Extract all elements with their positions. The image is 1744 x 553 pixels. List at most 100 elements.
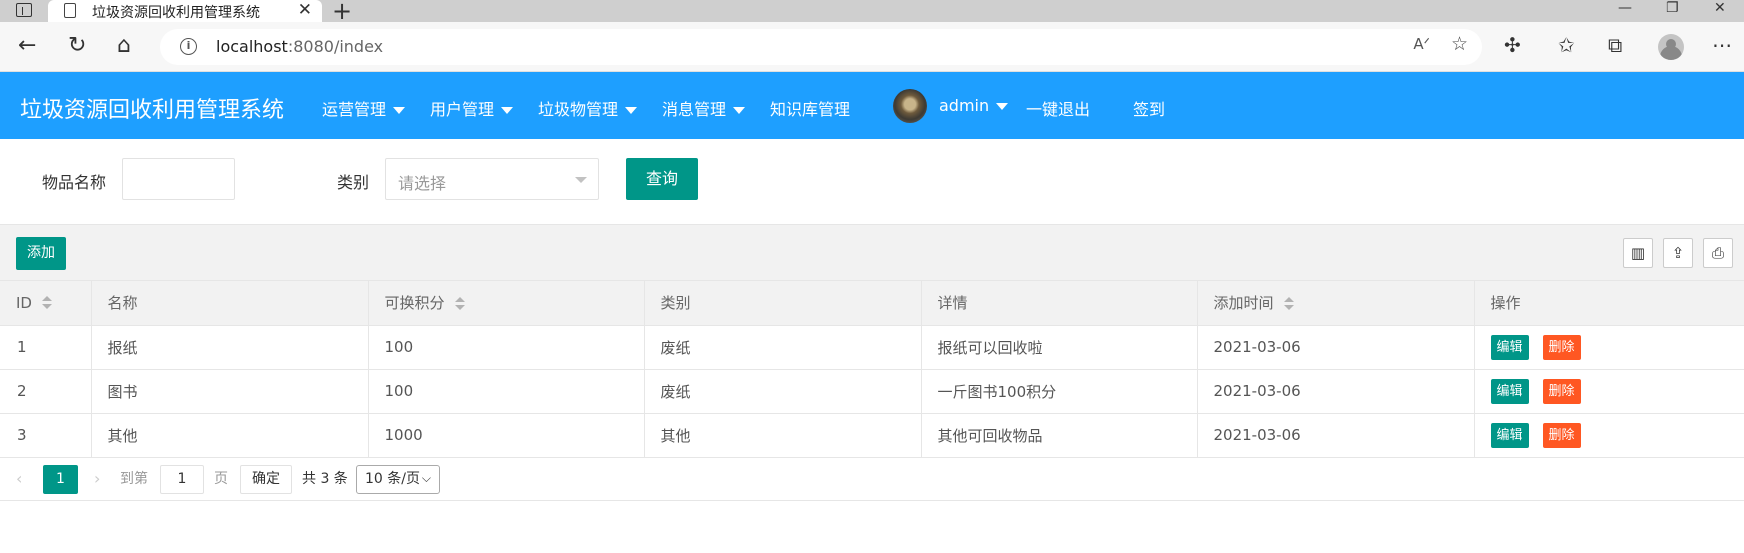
- favorites-icon[interactable]: ✩: [1558, 33, 1575, 57]
- category-label: 类别: [337, 173, 370, 192]
- col-header-date[interactable]: 添加时间: [1197, 281, 1475, 326]
- menu-operations[interactable]: 运营管理: [322, 96, 406, 120]
- category-placeholder: 请选择: [398, 174, 447, 193]
- menu-messages[interactable]: 消息管理: [662, 96, 746, 120]
- cell-id: 1: [0, 325, 92, 370]
- close-tab-icon[interactable]: ✕: [298, 0, 312, 20]
- sort-icon[interactable]: [1283, 296, 1294, 311]
- extensions-icon[interactable]: ✣: [1504, 33, 1521, 57]
- table-header-row: ID 名称 可换积分 类别 详情 添加时间 操作: [0, 281, 1744, 326]
- table-row: 2 图书 100 废纸 一斤图书100积分 2021-03-06 编辑 删除: [0, 369, 1744, 414]
- edit-button[interactable]: 编辑: [1490, 334, 1529, 360]
- more-icon[interactable]: ⋯: [1712, 33, 1732, 57]
- cell-id: 2: [0, 369, 92, 414]
- query-button[interactable]: 查询: [626, 158, 698, 200]
- category-select[interactable]: 请选择: [385, 158, 599, 200]
- chevron-down-icon: [996, 103, 1009, 110]
- cell-actions: 编辑 删除: [1474, 413, 1744, 458]
- col-header-id[interactable]: ID: [0, 281, 92, 326]
- delete-button[interactable]: 删除: [1542, 422, 1581, 448]
- data-table: ID 名称 可换积分 类别 详情 添加时间 操作 1 报纸 100 废纸 报纸可…: [0, 281, 1744, 458]
- chevron-down-icon: [625, 107, 638, 114]
- tab-actions-icon[interactable]: [16, 3, 32, 17]
- total-count: 共 3 条: [302, 471, 348, 487]
- back-icon[interactable]: ←: [18, 33, 36, 59]
- minimize-icon[interactable]: —: [1618, 0, 1632, 16]
- chevron-down-icon: [501, 107, 514, 114]
- profile-avatar[interactable]: [1658, 34, 1684, 60]
- cell-points: 1000: [368, 413, 645, 458]
- close-window-icon[interactable]: ✕: [1714, 0, 1726, 16]
- app-title: 垃圾资源回收利用管理系统: [20, 98, 285, 123]
- delete-button[interactable]: 删除: [1542, 378, 1581, 404]
- prev-page-icon[interactable]: ‹: [16, 465, 22, 493]
- sort-icon[interactable]: [454, 296, 465, 311]
- page-size-select[interactable]: 10 条/页 ⌵: [356, 465, 440, 494]
- restore-icon[interactable]: ❐: [1666, 0, 1679, 16]
- menu-knowledge[interactable]: 知识库管理: [770, 96, 850, 120]
- print-icon[interactable]: ⎙: [1703, 238, 1733, 268]
- sort-icon[interactable]: [41, 296, 52, 310]
- url-path: :8080/index: [287, 37, 384, 56]
- browser-tab-title: 垃圾资源回收利用管理系统: [92, 5, 260, 21]
- col-header-detail: 详情: [921, 281, 1198, 326]
- url-field[interactable]: i localhost:8080/index Aᐟ ☆: [160, 29, 1482, 65]
- next-page-icon[interactable]: ›: [94, 465, 100, 493]
- cell-points: 100: [368, 325, 645, 370]
- pagination: ‹ 1 › 到第 1 页 确定 共 3 条 10 条/页 ⌵: [0, 456, 1744, 501]
- user-menu[interactable]: admin: [939, 96, 1009, 115]
- current-page[interactable]: 1: [43, 465, 78, 494]
- goto-confirm-button[interactable]: 确定: [240, 465, 292, 494]
- cell-category: 废纸: [644, 369, 922, 414]
- cell-category: 废纸: [644, 325, 922, 370]
- page-icon: [64, 3, 76, 18]
- cell-name: 图书: [91, 369, 369, 414]
- menu-users[interactable]: 用户管理: [430, 96, 514, 120]
- goto-page-input[interactable]: 1: [160, 465, 204, 494]
- cell-category: 其他: [644, 413, 922, 458]
- url-host: localhost: [216, 37, 288, 56]
- cell-date: 2021-03-06: [1197, 325, 1475, 370]
- browser-tab[interactable]: 垃圾资源回收利用管理系统 ✕: [48, 0, 322, 22]
- table-row: 3 其他 1000 其他 其他可回收物品 2021-03-06 编辑 删除: [0, 413, 1744, 458]
- menu-garbage[interactable]: 垃圾物管理: [538, 96, 638, 120]
- delete-button[interactable]: 删除: [1542, 334, 1581, 360]
- cell-points: 100: [368, 369, 645, 414]
- user-avatar[interactable]: [893, 89, 927, 123]
- name-input[interactable]: [122, 158, 235, 200]
- app-header: 垃圾资源回收利用管理系统 运营管理 用户管理 垃圾物管理 消息管理 知识库管理 …: [0, 72, 1744, 139]
- browser-tab-strip: 垃圾资源回收利用管理系统 ✕ + — ❐ ✕: [0, 0, 1744, 25]
- table-toolbar: 添加 ▥ ⇪ ⎙: [0, 224, 1744, 281]
- col-header-name: 名称: [91, 281, 369, 326]
- chevron-down-icon: [733, 107, 746, 114]
- home-icon[interactable]: ⌂: [117, 33, 131, 59]
- export-icon[interactable]: ⇪: [1663, 238, 1693, 268]
- cell-detail: 一斤图书100积分: [921, 369, 1198, 414]
- add-favorite-icon[interactable]: ☆: [1451, 33, 1468, 55]
- site-info-icon[interactable]: i: [180, 38, 197, 55]
- chevron-down-icon: [393, 107, 406, 114]
- refresh-icon[interactable]: ↻: [68, 33, 86, 59]
- chevron-down-icon: ⌵: [421, 471, 431, 485]
- col-header-actions: 操作: [1474, 281, 1744, 326]
- cell-actions: 编辑 删除: [1474, 325, 1744, 370]
- col-header-points[interactable]: 可换积分: [368, 281, 645, 326]
- cell-date: 2021-03-06: [1197, 413, 1475, 458]
- logout-link[interactable]: 一键退出: [1026, 96, 1090, 120]
- add-button[interactable]: 添加: [16, 237, 66, 270]
- collections-icon[interactable]: ⧉: [1608, 33, 1622, 57]
- goto-label: 到第: [120, 471, 148, 487]
- page-unit-label: 页: [214, 471, 228, 487]
- chevron-down-icon: [575, 177, 587, 183]
- cell-name: 报纸: [91, 325, 369, 370]
- col-header-category: 类别: [644, 281, 922, 326]
- name-label: 物品名称: [42, 173, 107, 192]
- edit-button[interactable]: 编辑: [1490, 422, 1529, 448]
- edit-button[interactable]: 编辑: [1490, 378, 1529, 404]
- columns-filter-icon[interactable]: ▥: [1623, 238, 1653, 268]
- read-aloud-icon[interactable]: Aᐟ: [1413, 35, 1430, 53]
- cell-detail: 其他可回收物品: [921, 413, 1198, 458]
- signin-link[interactable]: 签到: [1133, 96, 1165, 120]
- cell-id: 3: [0, 413, 92, 458]
- cell-date: 2021-03-06: [1197, 369, 1475, 414]
